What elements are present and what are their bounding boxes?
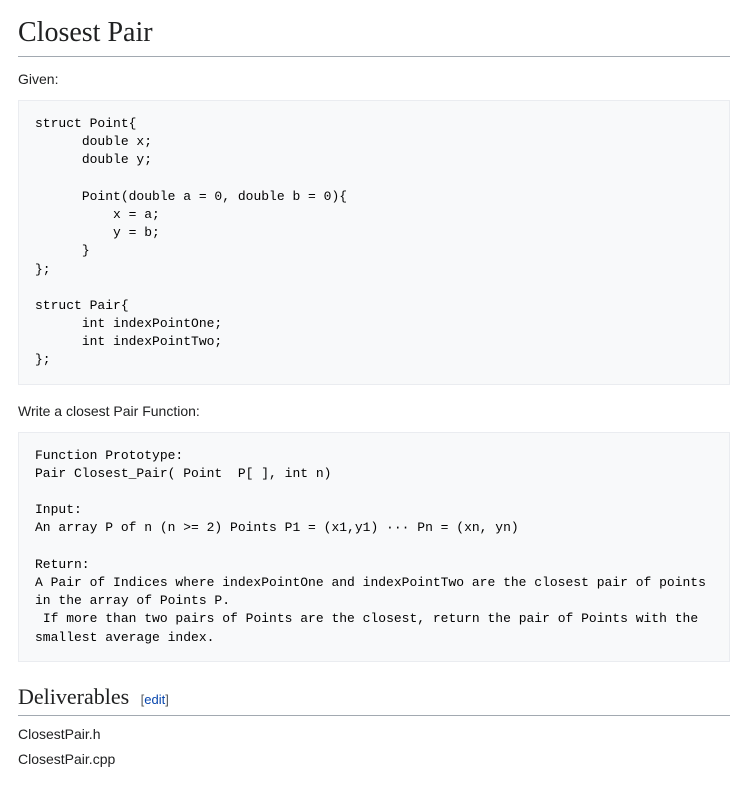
section-edit-wrapper: [edit]: [141, 692, 169, 707]
deliverables-list: ClosestPair.h ClosestPair.cpp: [18, 724, 730, 770]
given-label: Given:: [18, 69, 730, 90]
deliverables-heading-text: Deliverables: [18, 684, 129, 709]
list-item: ClosestPair.h: [18, 724, 730, 745]
page-title: Closest Pair: [18, 12, 730, 57]
code-block-structs: struct Point{ double x; double y; Point(…: [18, 100, 730, 385]
list-item: ClosestPair.cpp: [18, 749, 730, 770]
edit-link[interactable]: edit: [144, 692, 165, 707]
write-function-label: Write a closest Pair Function:: [18, 401, 730, 422]
bracket-close: ]: [165, 692, 169, 707]
code-block-prototype: Function Prototype: Pair Closest_Pair( P…: [18, 432, 730, 662]
deliverables-heading: Deliverables [edit]: [18, 680, 730, 716]
